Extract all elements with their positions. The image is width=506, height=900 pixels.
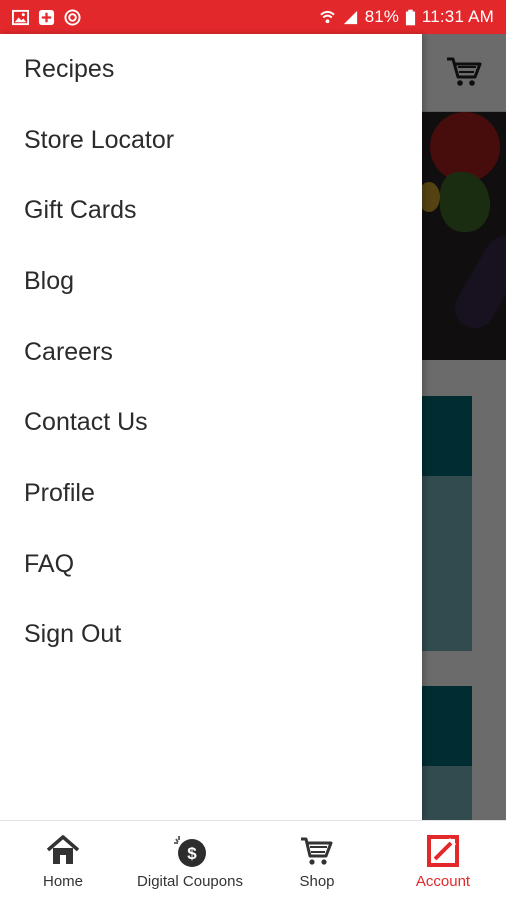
clock-time: 11:31 AM (421, 7, 494, 26)
target-icon (64, 8, 81, 26)
drawer-item-blog[interactable]: Blog (0, 246, 422, 317)
drawer-item-recipes[interactable]: Recipes (0, 34, 422, 105)
home-icon (46, 835, 80, 864)
drawer-item-sign-out[interactable]: Sign Out (0, 600, 422, 671)
dollar-coin-icon: $ (174, 836, 206, 867)
drawer-item-faq[interactable]: FAQ (0, 529, 422, 600)
bottom-navigation: Home $ Digital Coupons Shop Account (0, 820, 506, 900)
drawer-item-careers[interactable]: Careers (0, 317, 422, 388)
image-icon (12, 9, 29, 25)
nav-shop-label: Shop (299, 873, 335, 890)
status-bar: 81% 11:31 AM (0, 0, 506, 34)
signal-icon (343, 10, 357, 24)
drawer-item-store-locator[interactable]: Store Locator (0, 105, 422, 176)
nav-home[interactable]: Home (0, 821, 126, 900)
nav-digital-coupons-label: Digital Coupons (137, 873, 243, 890)
svg-text:$: $ (187, 844, 197, 863)
account-icon (427, 835, 459, 867)
drawer-item-contact-us[interactable]: Contact Us (0, 387, 422, 458)
nav-home-label: Home (42, 873, 83, 890)
drawer-item-profile[interactable]: Profile (0, 458, 422, 529)
status-left-icons (12, 8, 81, 26)
nav-account[interactable]: Account (380, 821, 506, 900)
nav-account-label: Account (415, 873, 471, 890)
nav-shop[interactable]: Shop (254, 821, 380, 900)
navigation-drawer: Recipes Store Locator Gift Cards Blog Ca… (0, 34, 422, 820)
app-notification-icon (38, 9, 55, 25)
drawer-item-gift-cards[interactable]: Gift Cards (0, 175, 422, 246)
status-right: 81% 11:31 AM (319, 7, 494, 27)
drawer-menu: Recipes Store Locator Gift Cards Blog Ca… (0, 34, 422, 670)
nav-digital-coupons[interactable]: $ Digital Coupons (126, 821, 254, 900)
battery-icon (405, 9, 415, 25)
cart-icon (301, 837, 333, 865)
wifi-icon (320, 10, 335, 23)
battery-percent: 81% (364, 7, 399, 26)
